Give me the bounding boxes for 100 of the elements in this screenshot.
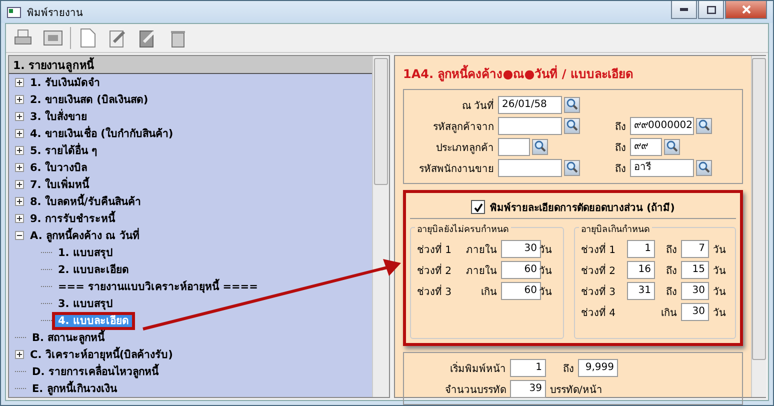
field-label: ภายใน bbox=[465, 243, 497, 256]
tree-item[interactable]: 1. แบบสรุป bbox=[55, 246, 116, 258]
search-button[interactable] bbox=[564, 97, 580, 113]
tree-item[interactable]: D. รายการเคลื่อนไหวลูกหนี้ bbox=[29, 366, 162, 378]
field-label: ช่วงที่ 1 bbox=[417, 242, 453, 256]
tree-item[interactable]: 7. ใบเพิ่มหนี้ bbox=[27, 178, 92, 190]
scrollbar[interactable] bbox=[751, 56, 766, 397]
field-label: ช่วงที่ 4 bbox=[581, 304, 617, 320]
tree-item[interactable]: C. วิเคราะห์อายุหนี้(บิลค้างรับ) bbox=[27, 348, 176, 360]
field-label: รหัสลูกค้าจาก bbox=[432, 120, 494, 134]
input-field[interactable]: 1 bbox=[510, 359, 546, 377]
checkmark-icon bbox=[474, 202, 483, 212]
expand-icon[interactable] bbox=[15, 350, 24, 359]
screen-icon bbox=[43, 30, 63, 46]
search-button[interactable] bbox=[564, 160, 580, 176]
field-label: ถึง bbox=[665, 264, 677, 278]
search-button[interactable] bbox=[696, 118, 712, 134]
tree-item[interactable]: 2. ขายเงินสด (บิลเงินสด) bbox=[27, 94, 152, 106]
window-title: พิมพ์รายงาน bbox=[27, 6, 83, 20]
search-button[interactable] bbox=[664, 139, 680, 155]
tree-item[interactable]: E. ลูกหนี้เกินวงเงิน bbox=[29, 382, 120, 394]
input-field[interactable]: 1 bbox=[627, 240, 655, 258]
search-icon bbox=[698, 119, 710, 131]
group-title: อายุบิลยังไม่ครบกำหนด bbox=[415, 222, 511, 236]
field-label: ถึง bbox=[614, 162, 626, 176]
input-field[interactable]: 31 bbox=[627, 282, 655, 300]
tree-item[interactable]: 1. รับเงินมัดจำ bbox=[27, 76, 103, 88]
tree-header: 1. รายงานลูกหนี้ bbox=[9, 56, 372, 74]
document-icon bbox=[80, 28, 96, 48]
expand-icon[interactable] bbox=[15, 197, 24, 206]
input-field[interactable]: ๙๙0000002 bbox=[630, 117, 694, 135]
input-field[interactable]: 39 bbox=[510, 380, 546, 398]
minimize-button[interactable] bbox=[671, 1, 697, 19]
input-field[interactable]: 30 bbox=[501, 240, 541, 258]
expand-icon[interactable] bbox=[15, 112, 24, 121]
expand-icon[interactable] bbox=[15, 214, 24, 223]
search-button[interactable] bbox=[564, 118, 580, 134]
field-label: เกิน bbox=[480, 286, 497, 298]
expand-icon[interactable] bbox=[15, 146, 24, 155]
field-label: ช่วงที่ 2 bbox=[581, 262, 617, 278]
expand-icon[interactable] bbox=[15, 95, 24, 104]
unit-label: วัน bbox=[713, 244, 727, 256]
input-field[interactable]: 30 bbox=[681, 282, 709, 300]
field-label: ช่วงที่ 3 bbox=[417, 284, 453, 298]
maximize-icon bbox=[706, 6, 716, 14]
tree-item[interactable]: B. สถานะลูกหนี้ bbox=[29, 332, 108, 344]
input-field[interactable]: 15 bbox=[681, 261, 709, 279]
tree-item[interactable]: A. ลูกหนี้คงค้าง ณ วันที่ bbox=[27, 230, 142, 242]
unit-label: บรรทัด/หน้า bbox=[550, 384, 604, 396]
close-icon bbox=[742, 5, 750, 14]
input-field[interactable]: 60 bbox=[501, 282, 541, 300]
unit-label: วัน bbox=[539, 244, 553, 256]
field-label: ถึง bbox=[614, 142, 626, 154]
maximize-button[interactable] bbox=[698, 1, 724, 19]
input-field[interactable]: ๙๙ bbox=[630, 138, 662, 156]
group-title: อายุบิลเกินกำหนด bbox=[579, 222, 652, 236]
tree-item[interactable]: 3. ใบสั่งขาย bbox=[27, 110, 90, 122]
tree-item[interactable]: 2. แบบละเอียด bbox=[55, 264, 132, 276]
field-label: ประเภทลูกค้า bbox=[435, 142, 494, 154]
field-label: จำนวนบรรทัด bbox=[444, 384, 506, 396]
tree-item[interactable]: 9. การรับชำระหนี้ bbox=[27, 212, 118, 224]
unit-label: วัน bbox=[539, 264, 553, 278]
tree-item[interactable]: 8. ใบลดหนี้/รับคืนสินค้า bbox=[27, 196, 144, 208]
input-field[interactable]: 30 bbox=[681, 303, 709, 321]
input-field[interactable]: 16 bbox=[627, 261, 655, 279]
input-field[interactable]: 26/01/58 bbox=[498, 96, 562, 114]
field-label: รหัสพนักงานขาย bbox=[418, 162, 494, 176]
field-label: ช่วงที่ 2 bbox=[417, 262, 453, 278]
tree-item[interactable]: 5. รายได้อื่น ๆ bbox=[27, 144, 101, 156]
expand-icon[interactable] bbox=[15, 129, 24, 138]
unit-label: วัน bbox=[713, 286, 727, 298]
unit-label: วัน bbox=[713, 264, 727, 278]
search-button[interactable] bbox=[532, 139, 548, 155]
input-field[interactable]: 60 bbox=[501, 261, 541, 279]
search-button[interactable] bbox=[696, 160, 712, 176]
checkbox[interactable] bbox=[471, 200, 486, 214]
search-icon bbox=[534, 140, 546, 152]
input-field[interactable]: อารี bbox=[630, 159, 694, 177]
field-label: ช่วงที่ 1 bbox=[581, 242, 617, 256]
input-field[interactable] bbox=[498, 138, 530, 156]
field-label: ณ วันที่ bbox=[460, 98, 494, 112]
input-field[interactable]: 9,999 bbox=[578, 359, 618, 377]
tree-item[interactable]: 3. แบบสรุป bbox=[55, 298, 116, 310]
field-label: ถึง bbox=[614, 120, 626, 134]
expand-icon[interactable] bbox=[15, 180, 24, 189]
field-label: ถึง bbox=[665, 244, 677, 256]
tree-item[interactable]: 4. ขายเงินเชื่อ (ใบกำกับสินค้า) bbox=[27, 128, 176, 140]
search-icon bbox=[698, 161, 710, 173]
tree-item[interactable]: === รายงานแบบวิเคราะห์อายุหนี้ ==== bbox=[55, 280, 261, 292]
field-label: ถึง bbox=[665, 286, 677, 298]
tree-item[interactable]: 6. ใบวางบิล bbox=[27, 162, 90, 174]
collapse-icon[interactable] bbox=[15, 231, 24, 240]
input-field[interactable] bbox=[498, 117, 562, 135]
scrollbar[interactable] bbox=[372, 56, 389, 397]
unit-label: วัน bbox=[713, 306, 727, 320]
close-button[interactable] bbox=[725, 1, 767, 19]
expand-icon[interactable] bbox=[15, 78, 24, 87]
expand-icon[interactable] bbox=[15, 163, 24, 172]
input-field[interactable] bbox=[498, 159, 562, 177]
input-field[interactable]: 7 bbox=[681, 240, 709, 258]
